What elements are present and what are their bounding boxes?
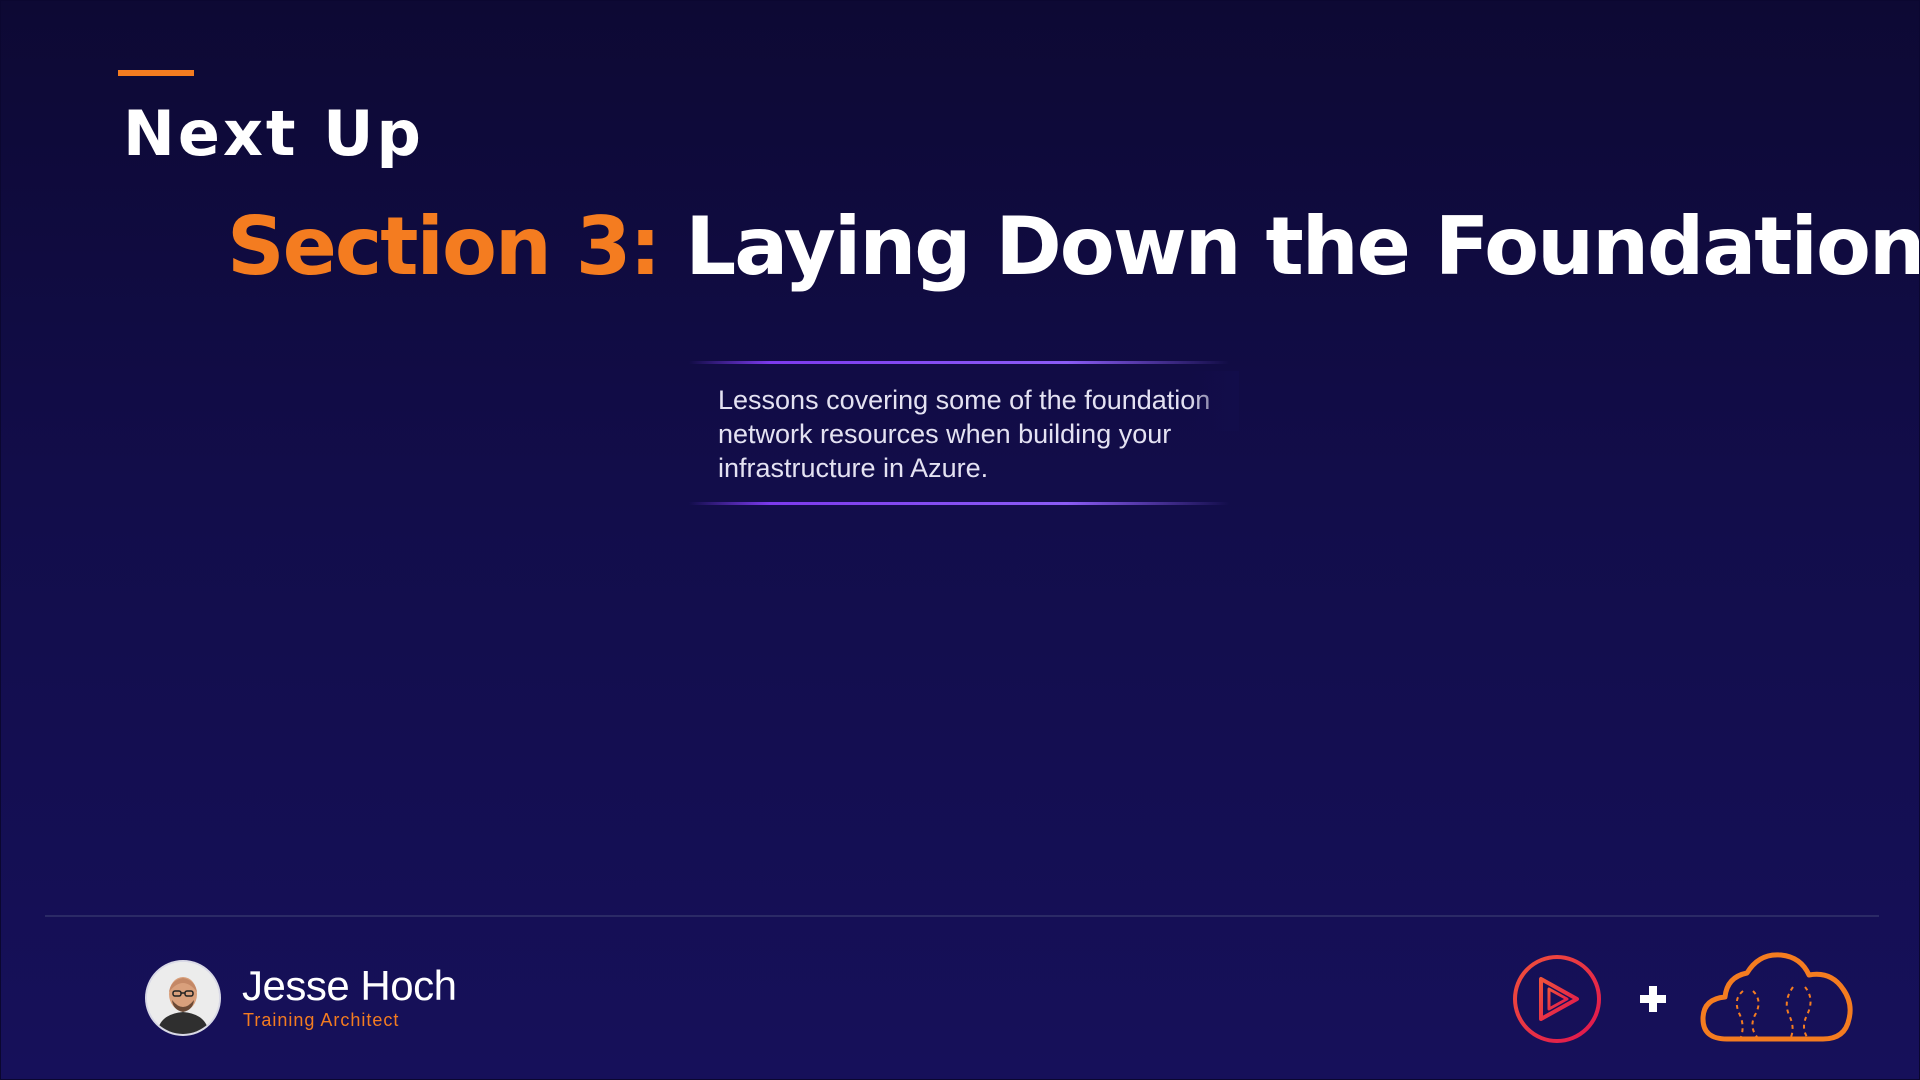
next-up-heading: Next Up	[123, 97, 424, 170]
footer-divider	[45, 915, 1879, 917]
description-text: Lessons covering some of the foundation …	[718, 385, 1211, 483]
presenter-role: Training Architect	[243, 1010, 400, 1030]
description-bottom-rule	[689, 502, 1229, 505]
presenter-name: Jesse Hoch	[242, 962, 457, 1009]
play-circle-icon	[1511, 953, 1603, 1045]
description-box: Lessons covering some of the foundation …	[689, 361, 1239, 505]
section-name: Laying Down the Foundation	[685, 200, 1920, 293]
cloud-icon	[1697, 947, 1857, 1047]
accent-bar	[118, 70, 194, 76]
presenter-avatar	[147, 962, 219, 1034]
description-fade	[1189, 371, 1239, 431]
section-label: Section 3:	[227, 200, 661, 293]
description-top-rule	[689, 361, 1229, 364]
plus-icon	[1638, 984, 1668, 1014]
slide: Next Up Section 3: Laying Down the Found…	[0, 0, 1920, 1080]
section-title: Section 3: Laying Down the Foundation	[227, 200, 1919, 293]
